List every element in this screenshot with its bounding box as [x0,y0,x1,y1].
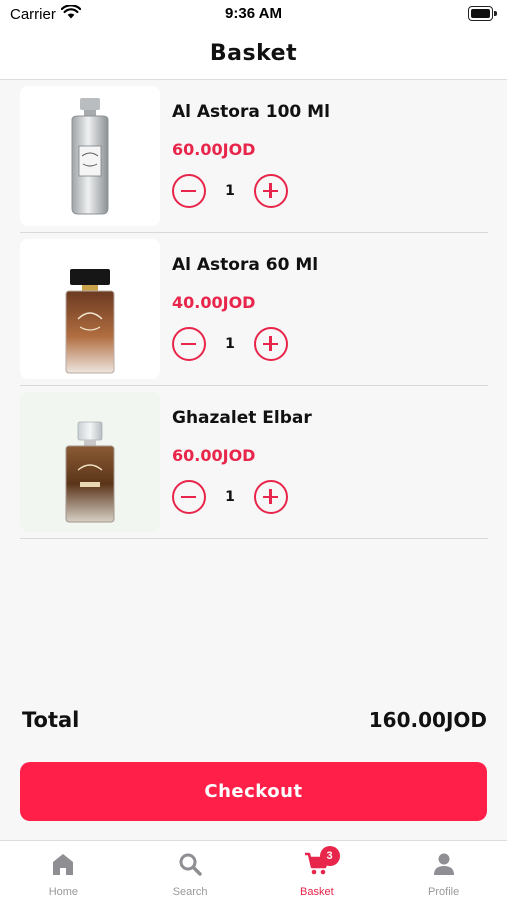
basket-list: Al Astora 100 Ml 60.00JOD 1 Al Astora 60… [20,80,488,539]
product-image [20,239,160,379]
cart-count-badge: 3 [319,846,340,866]
product-name: Ghazalet Elbar [172,408,312,428]
quantity-stepper: 1 [172,480,288,514]
page-title: Basket [209,41,298,66]
battery-icon [468,6,497,21]
total-row: Total 160.00JOD [22,700,487,740]
tab-bar: Home Search 3 Basket Profile [0,840,507,900]
product-price: 60.00JOD [172,140,256,159]
tab-label: Search [172,886,208,898]
basket-item: Al Astora 100 Ml 60.00JOD 1 [20,80,488,233]
product-price: 60.00JOD [172,446,256,465]
quantity-value: 1 [225,183,235,199]
decrease-quantity-button[interactable] [172,174,206,208]
increase-quantity-button[interactable] [254,480,288,514]
minus-icon [181,189,196,192]
status-bar: Carrier 9:36 AM [0,0,507,28]
product-image [20,392,160,532]
product-name: Al Astora 100 Ml [172,102,330,122]
product-image [20,86,160,226]
product-price: 40.00JOD [172,293,256,312]
tab-basket[interactable]: 3 Basket [254,841,381,900]
increase-quantity-button[interactable] [254,174,288,208]
total-label: Total [22,708,80,732]
tab-search[interactable]: Search [127,841,254,900]
product-name: Al Astora 60 Ml [172,255,319,275]
increase-quantity-button[interactable] [254,327,288,361]
tab-label: Home [48,886,79,898]
quantity-value: 1 [225,489,235,505]
search-icon [177,851,203,877]
quantity-value: 1 [225,336,235,352]
quantity-stepper: 1 [172,327,288,361]
total-value: 160.00JOD [368,708,487,732]
decrease-quantity-button[interactable] [172,327,206,361]
home-icon [50,851,76,877]
navigation-bar: Basket [0,28,507,80]
tab-profile[interactable]: Profile [380,841,507,900]
person-icon [431,851,457,877]
minus-icon [181,342,196,345]
quantity-stepper: 1 [172,174,288,208]
decrease-quantity-button[interactable] [172,480,206,514]
minus-icon [181,495,196,498]
tab-home[interactable]: Home [0,841,127,900]
tab-label: Profile [428,886,460,898]
basket-item: Al Astora 60 Ml 40.00JOD 1 [20,233,488,386]
basket-item: Ghazalet Elbar 60.00JOD 1 [20,386,488,539]
tab-label: Basket [300,886,334,898]
checkout-button[interactable]: Checkout [20,762,487,821]
clock: 9:36 AM [225,5,282,22]
